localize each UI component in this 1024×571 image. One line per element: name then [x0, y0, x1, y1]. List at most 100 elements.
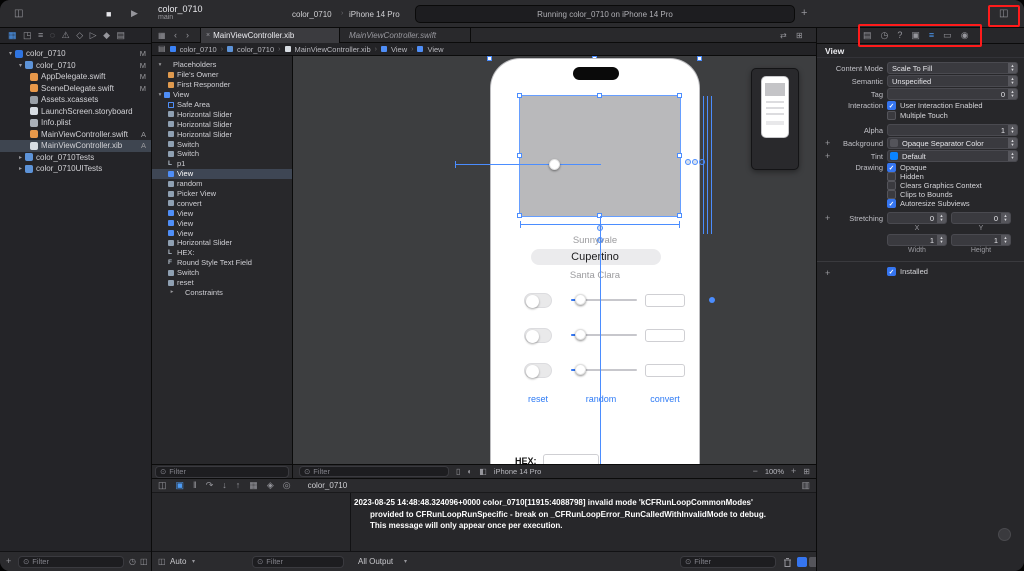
constraint-node[interactable] — [597, 225, 603, 231]
debug-process-name[interactable]: color_0710 — [308, 481, 348, 490]
debug-split-divider[interactable] — [350, 493, 351, 551]
slider-knob[interactable] — [575, 329, 586, 340]
play-button[interactable]: ▶ — [131, 9, 138, 18]
opaque-checkbox[interactable] — [887, 163, 896, 172]
constraint-anchor-dot[interactable] — [709, 297, 715, 303]
resize-handle[interactable] — [697, 56, 702, 61]
outline-row[interactable]: View — [152, 208, 292, 218]
file-row[interactable]: AppDelegate.swift M — [0, 71, 151, 83]
issue-navigator-icon[interactable]: ⚠ — [62, 31, 70, 40]
variables-view[interactable] — [152, 493, 350, 551]
stepper-icon[interactable] — [937, 235, 946, 245]
scm-filter-icon[interactable]: ◫ — [140, 558, 148, 566]
outline-row[interactable]: Switch — [152, 149, 292, 159]
project-navigator-icon[interactable]: ▦ — [8, 31, 17, 40]
hex-text-field[interactable] — [543, 454, 599, 464]
file-row[interactable]: LaunchScreen.storyboard — [0, 106, 151, 118]
content-mode-select[interactable]: Scale To Fill — [887, 62, 1018, 74]
disclosure-icon[interactable] — [16, 154, 25, 161]
constraint-node[interactable] — [692, 159, 698, 165]
console-output[interactable]: 2023-08-25 14:48:48.324096+0000 color_07… — [352, 493, 816, 551]
outline-row[interactable]: Horizontal Slider — [152, 109, 292, 119]
tag-stepper-field[interactable]: 0 — [887, 88, 1018, 100]
resize-handle[interactable] — [517, 153, 522, 158]
scheme-project-block[interactable]: color_0710 main — [158, 4, 203, 21]
file-row[interactable]: MainViewController.swift A — [0, 129, 151, 141]
user-interaction-checkbox[interactable] — [887, 101, 896, 110]
zoom-fit-icon[interactable]: ⊞ — [803, 467, 810, 476]
outline-row[interactable]: View — [152, 218, 292, 228]
constraint-node[interactable] — [685, 159, 691, 165]
iphone-canvas-device[interactable]: Sunnyvale Cupertino Santa Clara reset co… — [490, 58, 700, 464]
stretch-height-field[interactable]: 1 — [951, 234, 1011, 246]
stepper-icon[interactable] — [937, 213, 946, 223]
variables-scope-popup[interactable]: Auto — [170, 557, 186, 566]
disclosure-icon[interactable] — [156, 92, 164, 98]
stepper-icon[interactable] — [1001, 235, 1010, 245]
outline-toggle-icon[interactable]: ▤ — [158, 45, 166, 53]
constraint-node[interactable] — [699, 159, 705, 165]
debug-navigator-icon[interactable]: ▷ — [90, 31, 97, 40]
background-color-select[interactable]: Opaque Separator Color — [887, 137, 1018, 149]
outline-row[interactable]: Horizontal Slider — [152, 238, 292, 248]
run-destination-selector[interactable]: iPhone 14 Pro — [349, 10, 400, 19]
add-variation-icon[interactable]: + — [825, 213, 830, 223]
disclosure-icon[interactable] — [16, 165, 25, 172]
disclosure-icon[interactable] — [156, 62, 164, 68]
outline-row[interactable]: Switch — [152, 268, 292, 278]
memory-graph-icon[interactable]: ◈ — [267, 481, 274, 490]
picker-row-below[interactable]: Santa Clara — [491, 270, 699, 281]
outline-row[interactable]: Constraints — [152, 287, 292, 297]
step-out-icon[interactable]: ↑ — [236, 481, 241, 490]
hide-debug-icon[interactable]: ◫ — [158, 481, 167, 490]
tint-color-select[interactable]: Default — [887, 150, 1018, 162]
stepper-icon[interactable] — [1008, 89, 1017, 99]
outline-row[interactable]: Horizontal Slider — [152, 119, 292, 129]
file-row-selected[interactable]: MainViewController.xib A — [0, 140, 151, 152]
tab-overview-icon[interactable]: ▦ — [158, 31, 166, 40]
switch-control[interactable] — [524, 328, 552, 343]
canvas-filter-field[interactable]: ⊙ Filter — [299, 466, 449, 477]
semantic-select[interactable]: Unspecified — [887, 75, 1018, 87]
add-variation-icon[interactable]: + — [825, 268, 830, 278]
breadcrumb-item[interactable]: View — [427, 45, 443, 54]
symbol-navigator-icon[interactable]: ≡ — [38, 31, 43, 40]
close-tab-icon[interactable]: × — [206, 32, 210, 39]
multiple-touch-checkbox[interactable] — [887, 111, 896, 120]
resize-handle[interactable] — [677, 213, 682, 218]
slider-knob-on-line[interactable] — [549, 159, 560, 170]
interface-builder-canvas[interactable]: Sunnyvale Cupertino Santa Clara reset co… — [293, 56, 816, 464]
outline-row[interactable]: View — [152, 90, 292, 100]
disclosure-icon[interactable] — [16, 62, 25, 69]
console-filter-field[interactable]: ⊙ Filter — [680, 555, 776, 568]
console-pane-icon[interactable]: ▥ — [801, 481, 810, 490]
forward-icon[interactable]: › — [186, 30, 189, 40]
zoom-out-icon[interactable]: − — [753, 467, 758, 476]
breadcrumb-item[interactable]: color_0710 — [237, 45, 274, 54]
disclosure-icon[interactable] — [168, 289, 176, 295]
breadcrumb-item[interactable]: color_0710 — [180, 45, 217, 54]
clear-console-trash-icon[interactable] — [783, 557, 792, 568]
source-control-navigator-icon[interactable]: ◳ — [23, 31, 32, 40]
breakpoints-toggle-icon[interactable]: ▣ — [176, 481, 185, 490]
selected-gray-view[interactable] — [517, 93, 682, 218]
resize-handle[interactable] — [487, 56, 492, 61]
stepper-icon[interactable] — [1008, 125, 1017, 135]
appearance-icon[interactable]: ◐ — [467, 467, 472, 476]
outline-row[interactable]: Switch — [152, 139, 292, 149]
outline-row[interactable]: Safe Area — [152, 100, 292, 110]
device-bezels-icon[interactable]: ▯ — [456, 467, 460, 476]
outline-row[interactable]: First Responder — [152, 80, 292, 90]
file-row[interactable]: color_0710UITests — [0, 163, 151, 175]
floating-circle-button[interactable] — [998, 528, 1011, 541]
variables-filter-field[interactable]: ⊙ Filter — [252, 555, 344, 568]
tab-mainviewcontroller-xib[interactable]: × MainViewController.xib — [200, 28, 340, 43]
recents-filter-icon[interactable]: ◷ — [129, 558, 136, 566]
picker-row-above[interactable]: Sunnyvale — [491, 235, 699, 246]
variables-scope-icon[interactable]: ◫ — [158, 558, 166, 566]
hidden-checkbox[interactable] — [887, 172, 896, 181]
find-navigator-icon[interactable]: ◌ — [50, 31, 55, 40]
stop-button[interactable]: ■ — [106, 9, 111, 19]
autoresize-checkbox[interactable] — [887, 199, 896, 208]
random-button[interactable]: random — [576, 394, 626, 404]
